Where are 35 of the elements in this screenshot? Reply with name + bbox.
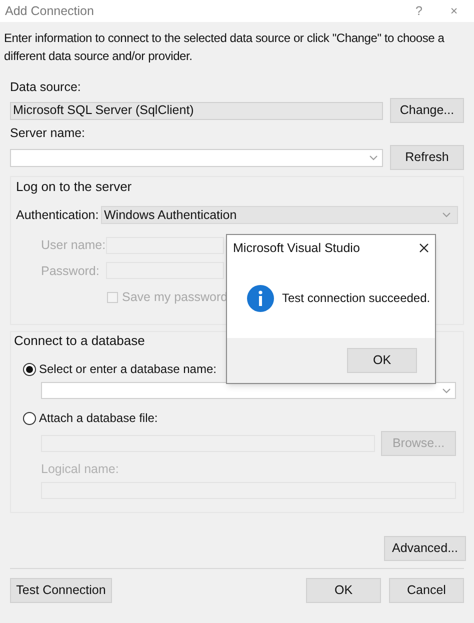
authentication-label: Authentication: (16, 207, 100, 224)
test-connection-button[interactable]: Test Connection (10, 578, 112, 603)
password-label: Password: (41, 262, 100, 280)
message-box-title: Microsoft Visual Studio (233, 240, 360, 257)
ok-button[interactable]: OK (306, 578, 381, 603)
message-ok-button[interactable]: OK (347, 348, 417, 373)
data-source-label: Data source: (10, 79, 82, 95)
cancel-button[interactable]: Cancel (389, 578, 464, 603)
radio-button[interactable] (23, 362, 36, 376)
info-icon (247, 284, 274, 312)
radio-label: Select or enter a database name: (39, 361, 216, 378)
close-icon[interactable] (419, 243, 429, 254)
description-text: Enter information to connect to the selected data source or click "Change" to choose a different data source and/or provider. (4, 30, 446, 65)
authentication-dropdown[interactable]: Windows Authentication (101, 206, 458, 224)
logon-title: Log on to the server (16, 179, 133, 195)
logical-name-label: Logical name: (41, 461, 120, 478)
close-button[interactable]: × (439, 2, 469, 20)
data-source-field: Microsoft SQL Server (SqlClient) (10, 102, 383, 120)
server-name-field[interactable] (10, 148, 383, 166)
chevron-down-icon (442, 212, 451, 218)
message-text: Test connection succeeded. (282, 290, 430, 308)
server-name-label: Server name: (10, 125, 86, 141)
chevron-down-icon (442, 388, 451, 394)
database-name-field[interactable] (41, 382, 456, 399)
radio-label: Attach a database file: (39, 410, 158, 427)
database-title: Connect to a database (14, 333, 146, 349)
change-button[interactable]: Change... (390, 98, 464, 123)
save-password-label: Save my password (122, 289, 228, 306)
help-button[interactable]: ? (399, 2, 439, 20)
refresh-button[interactable]: Refresh (390, 145, 464, 170)
radio-button[interactable] (23, 412, 36, 424)
chevron-down-icon (369, 154, 378, 160)
window-title: Add Connection (5, 2, 95, 20)
advanced-button[interactable]: Advanced... (384, 536, 466, 561)
user-name-label: User name: (41, 236, 106, 254)
